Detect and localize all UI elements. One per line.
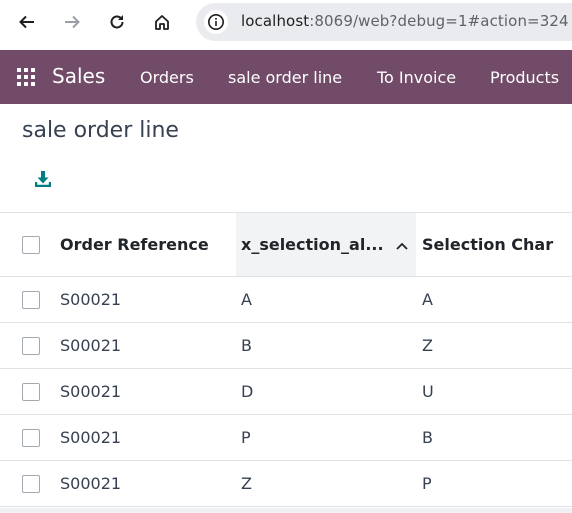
table-row[interactable]: S00021 Z P bbox=[0, 461, 572, 507]
cell-x-selection: P bbox=[241, 428, 251, 447]
download-icon bbox=[35, 171, 51, 187]
row-checkbox[interactable] bbox=[22, 337, 40, 355]
menu-to-invoice[interactable]: To Invoice bbox=[377, 68, 456, 87]
forward-button[interactable] bbox=[58, 8, 86, 36]
row-checkbox[interactable] bbox=[22, 291, 40, 309]
cell-x-selection: Z bbox=[241, 474, 252, 493]
browser-toolbar: localhost:8069/web?debug=1#action=324 bbox=[0, 0, 572, 50]
table-row[interactable]: S00021 A A bbox=[0, 277, 572, 323]
arrow-right-icon bbox=[65, 15, 80, 29]
column-order-reference[interactable]: Order Reference bbox=[60, 213, 236, 276]
page-title: sale order line bbox=[22, 118, 179, 143]
column-label: x_selection_al... bbox=[241, 235, 384, 254]
menu-products[interactable]: Products bbox=[490, 68, 559, 87]
app-brand[interactable]: Sales bbox=[52, 64, 105, 88]
home-icon bbox=[155, 15, 169, 30]
arrow-left-icon bbox=[19, 15, 34, 29]
app-menu-icon[interactable] bbox=[17, 68, 35, 86]
row-checkbox[interactable] bbox=[22, 429, 40, 447]
row-checkbox[interactable] bbox=[22, 383, 40, 401]
home-button[interactable] bbox=[148, 8, 176, 36]
cell-selection-char: P bbox=[422, 474, 432, 493]
table-row[interactable]: S00021 P B bbox=[0, 415, 572, 461]
cell-x-selection: A bbox=[241, 290, 252, 309]
cell-selection-char: Z bbox=[422, 336, 433, 355]
cell-selection-char: B bbox=[422, 428, 433, 447]
list-view: Order Reference x_selection_al... Select… bbox=[0, 212, 572, 507]
cell-order-reference: S00021 bbox=[60, 336, 122, 355]
reload-icon bbox=[110, 15, 124, 29]
cell-x-selection: B bbox=[241, 336, 252, 355]
cell-x-selection: D bbox=[241, 382, 254, 401]
list-footer bbox=[0, 508, 572, 513]
url-host: localhost bbox=[241, 12, 310, 30]
url-text: localhost:8069/web?debug=1#action=324 bbox=[241, 12, 569, 30]
table-header: Order Reference x_selection_al... Select… bbox=[0, 212, 572, 277]
row-checkbox[interactable] bbox=[22, 475, 40, 493]
table-row[interactable]: S00021 D U bbox=[0, 369, 572, 415]
reload-button[interactable] bbox=[103, 8, 131, 36]
back-button[interactable] bbox=[13, 8, 41, 36]
column-label: Order Reference bbox=[60, 235, 209, 254]
column-selection-char[interactable]: Selection Char bbox=[422, 213, 572, 276]
table-row[interactable]: S00021 B Z bbox=[0, 323, 572, 369]
main-navbar: Sales Orders sale order line To Invoice … bbox=[0, 50, 572, 104]
url-path: :8069/web?debug=1#action=324 bbox=[309, 12, 569, 30]
cell-order-reference: S00021 bbox=[60, 382, 122, 401]
menu-orders[interactable]: Orders bbox=[140, 68, 194, 87]
export-button[interactable] bbox=[34, 170, 54, 190]
cell-order-reference: S00021 bbox=[60, 428, 122, 447]
column-x-selection-sorted[interactable]: x_selection_al... bbox=[236, 213, 416, 276]
menu-sale-order-line[interactable]: sale order line bbox=[228, 68, 342, 87]
cell-selection-char: U bbox=[422, 382, 434, 401]
site-info-icon[interactable] bbox=[204, 10, 228, 34]
cell-selection-char: A bbox=[422, 290, 433, 309]
chevron-up-icon bbox=[395, 235, 408, 254]
cell-order-reference: S00021 bbox=[60, 474, 122, 493]
address-bar[interactable]: localhost:8069/web?debug=1#action=324 bbox=[196, 3, 572, 41]
column-label: Selection Char bbox=[422, 235, 554, 254]
select-all-checkbox[interactable] bbox=[22, 236, 40, 254]
cell-order-reference: S00021 bbox=[60, 290, 122, 309]
